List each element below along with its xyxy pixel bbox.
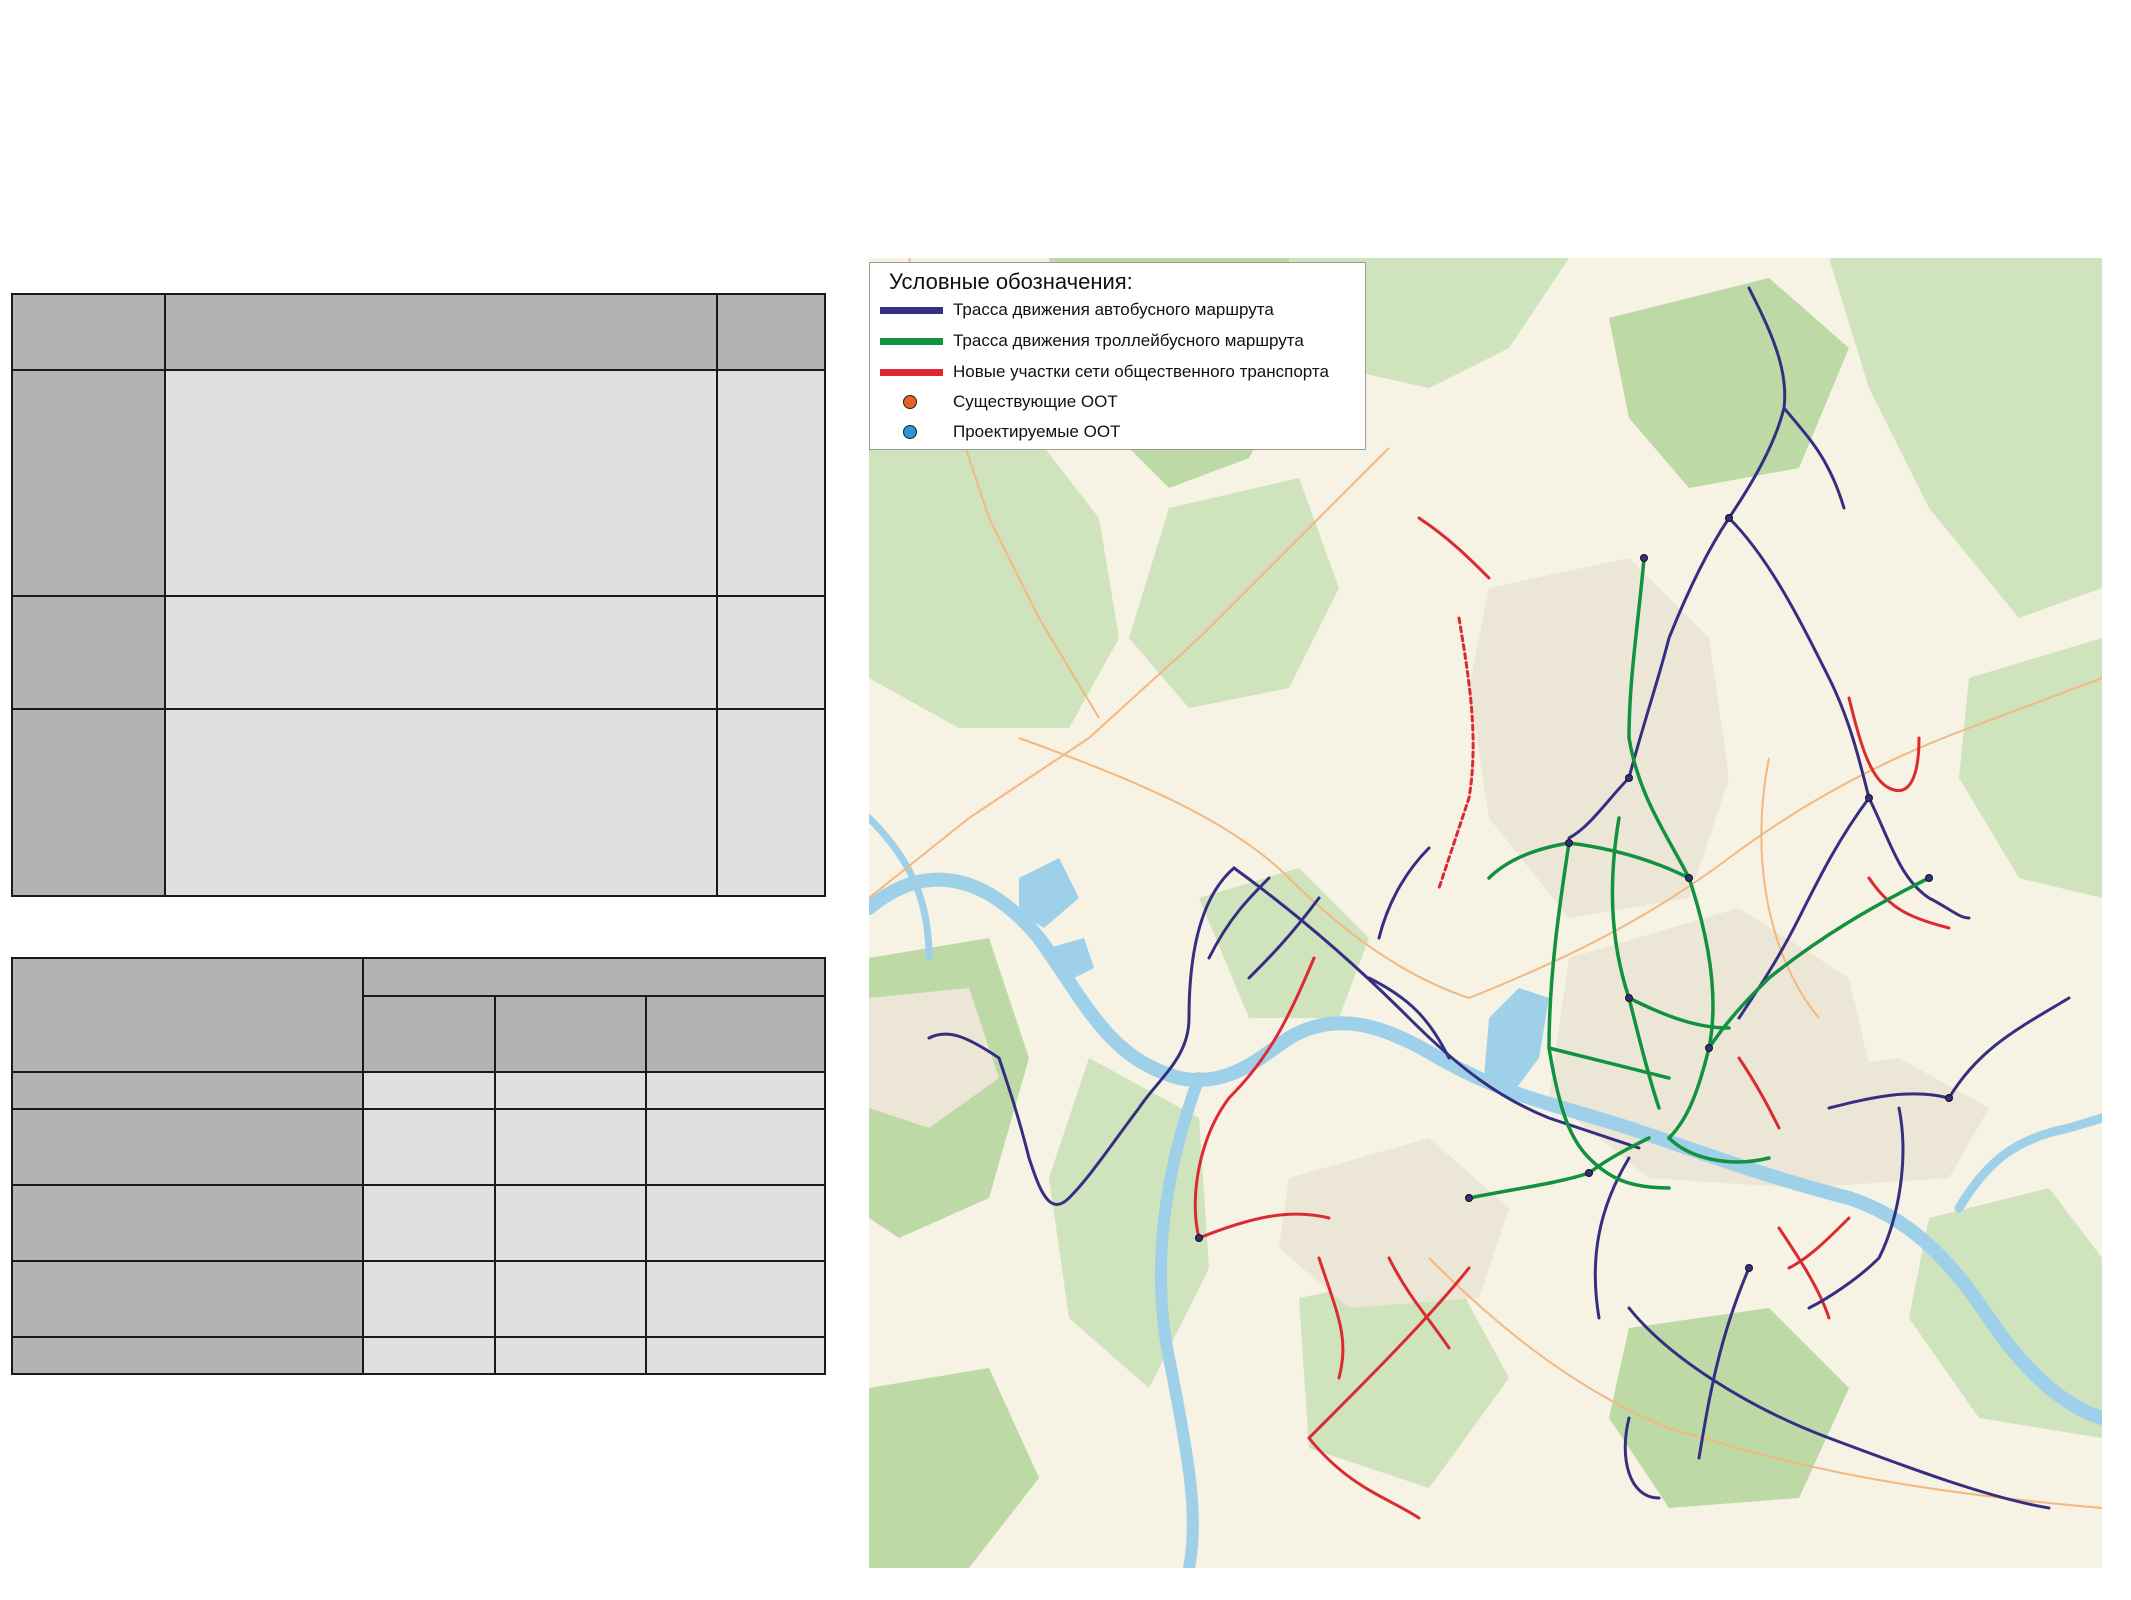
- table-header-cell: [494, 995, 647, 1073]
- table-top: [11, 293, 826, 897]
- planned-stop-dot-icon: [903, 425, 917, 439]
- forest-area: [1829, 258, 2102, 618]
- table-cell: [644, 1336, 827, 1375]
- legend-label: Трасса движения троллейбусного маршрута: [953, 331, 1304, 350]
- legend-item-new-network: Новые участки сети общественного транспо…: [870, 360, 1360, 386]
- new-network-route: [1787, 1216, 1851, 1270]
- table-cell: [362, 1184, 496, 1262]
- existing-stop: [1465, 1194, 1473, 1202]
- table-bottom: [11, 957, 827, 1375]
- table-header-cell: [11, 957, 364, 1073]
- existing-stop: [1925, 874, 1933, 882]
- forest-area: [869, 1368, 1039, 1568]
- table-row: [11, 369, 826, 597]
- existing-stop: [1625, 774, 1633, 782]
- table-row: [11, 957, 827, 1073]
- table-cell: [494, 1260, 647, 1338]
- table-cell: [164, 369, 718, 597]
- existing-stop: [1585, 1169, 1593, 1177]
- table-header-cell: [164, 293, 718, 371]
- table-cell: [494, 1108, 647, 1186]
- table-row: [11, 1260, 827, 1338]
- legend-item-bus-route: Трасса движения автобусного маршрута: [870, 298, 1360, 324]
- forest-area: [1609, 1308, 1849, 1508]
- new-network-route: [1417, 516, 1491, 580]
- table-header-cell: [716, 293, 826, 371]
- table-row: [11, 293, 826, 371]
- existing-stop: [1565, 839, 1573, 847]
- table-cell: [644, 1260, 827, 1338]
- map-legend: Условные обозначения: Трасса движения ав…: [869, 262, 1366, 450]
- existing-stop: [1705, 1044, 1713, 1052]
- new-network-route: [1437, 616, 1475, 890]
- table-cell: [164, 595, 718, 710]
- legend-item-trolleybus-route: Трасса движения троллейбусного маршрута: [870, 329, 1360, 355]
- table-cell: [716, 595, 826, 710]
- legend-item-planned-stop: Проектируемые ООТ: [870, 420, 1360, 446]
- table-cell: [362, 1108, 496, 1186]
- forest-area: [1959, 638, 2102, 898]
- existing-stop: [1725, 514, 1733, 522]
- table-row-header-cell: [11, 708, 166, 897]
- table-cell: [644, 1108, 827, 1186]
- new-network-line-icon: [880, 369, 943, 376]
- urban-area: [1279, 1138, 1509, 1308]
- table-row-header-cell: [11, 1071, 364, 1110]
- legend-label: Проектируемые ООТ: [953, 422, 1121, 441]
- table-cell: [644, 1071, 827, 1110]
- bus-route: [1727, 516, 1871, 800]
- table-cell: [494, 1184, 647, 1262]
- table-cell: [362, 1260, 496, 1338]
- existing-stop: [1945, 1094, 1953, 1102]
- new-network-route: [1777, 1226, 1831, 1320]
- table-header-cell: [644, 995, 827, 1073]
- legend-title: Условные обозначения:: [889, 269, 1133, 294]
- table-cell: [644, 1184, 827, 1262]
- table-cell: [362, 1071, 496, 1110]
- lake: [1019, 858, 1079, 928]
- table-cell: [494, 1336, 647, 1375]
- map-canvas[interactable]: [869, 258, 2102, 1568]
- table-row: [11, 708, 826, 897]
- existing-stop: [1745, 1264, 1753, 1272]
- table-header-cell: [362, 995, 496, 1073]
- forest-area: [1609, 278, 1849, 488]
- table-cell: [164, 708, 718, 897]
- lake: [1049, 938, 1094, 983]
- legend-label: Трасса движения автобусного маршрута: [953, 300, 1274, 319]
- table-row-header-cell: [11, 1260, 364, 1338]
- table-header-cell: [361, 957, 827, 997]
- table-row-header-cell: [11, 1336, 364, 1375]
- table-row: [11, 1071, 827, 1110]
- table-cell: [716, 369, 826, 597]
- existing-stop: [1625, 994, 1633, 1002]
- existing-stop: [1685, 874, 1693, 882]
- legend-item-existing-stop: Существующие ООТ: [870, 390, 1360, 416]
- table-row: [11, 1108, 827, 1186]
- table-row-header-cell: [11, 1108, 364, 1186]
- table-row: [11, 1336, 827, 1375]
- table-row-header-cell: [11, 1184, 364, 1262]
- lake: [1484, 988, 1549, 1098]
- existing-stop: [1195, 1234, 1203, 1242]
- existing-stop-dot-icon: [903, 395, 917, 409]
- table-cell: [494, 1071, 647, 1110]
- transit-network-map[interactable]: Условные обозначения: Трасса движения ав…: [869, 258, 2102, 1568]
- existing-stop: [1640, 554, 1648, 562]
- forest-area: [869, 408, 1119, 728]
- table-row-header-cell: [11, 369, 166, 597]
- table-cell: [362, 1336, 496, 1375]
- trolleybus-route-line-icon: [880, 338, 943, 345]
- legend-label: Существующие ООТ: [953, 392, 1118, 411]
- table-row: [11, 595, 826, 710]
- existing-stop: [1865, 794, 1873, 802]
- legend-label: Новые участки сети общественного транспо…: [953, 362, 1329, 381]
- table-header-cell: [11, 293, 166, 371]
- bus-route-line-icon: [880, 307, 943, 314]
- table-row: [11, 1184, 827, 1262]
- table-row-header-cell: [11, 595, 166, 710]
- bus-route: [1377, 846, 1431, 940]
- table-cell: [716, 708, 826, 897]
